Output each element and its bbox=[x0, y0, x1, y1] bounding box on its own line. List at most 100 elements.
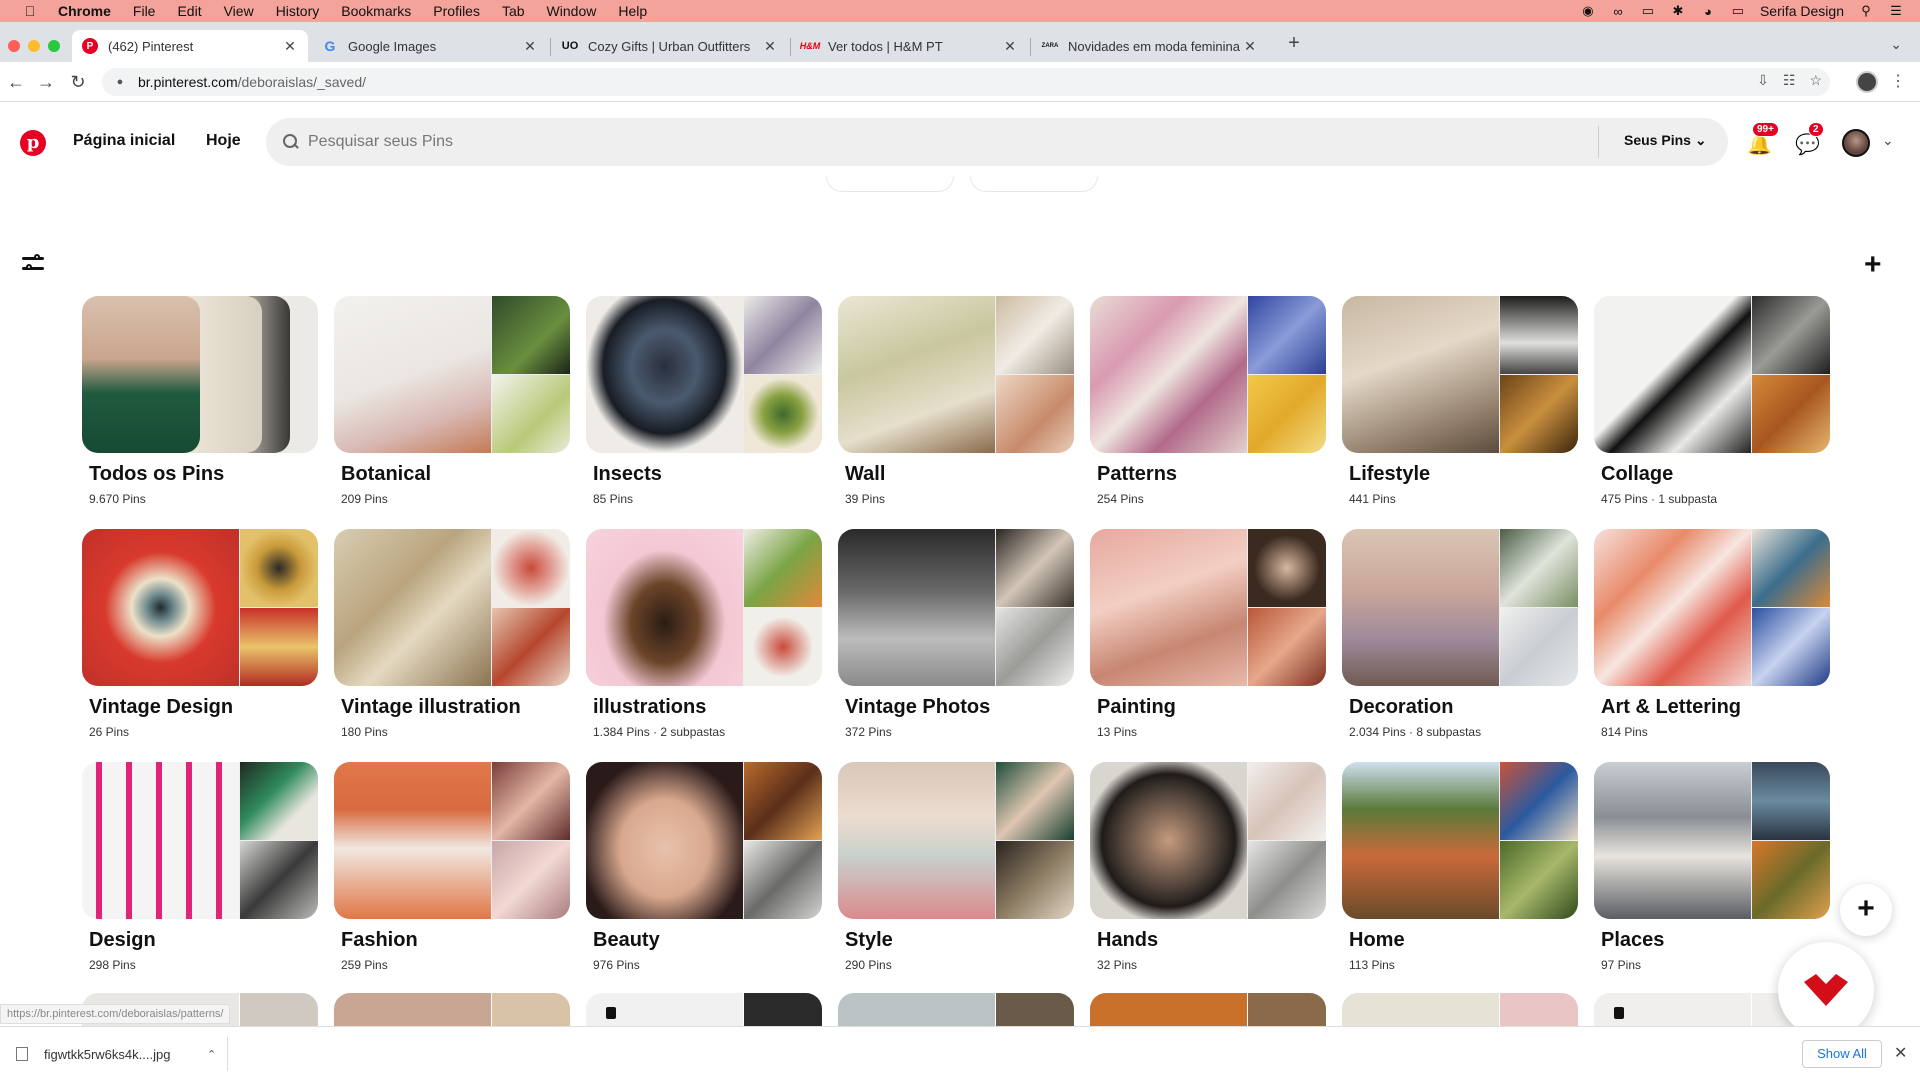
window-controls bbox=[8, 40, 60, 52]
new-tab-icon[interactable]: + bbox=[1280, 30, 1308, 58]
chrome-menu-icon[interactable]: ⋮ bbox=[1890, 71, 1906, 91]
show-all-downloads-button[interactable]: Show All bbox=[1802, 1040, 1882, 1068]
board-cover-partial[interactable] bbox=[1342, 993, 1578, 1026]
creative-cloud-icon[interactable]: ∞ bbox=[1610, 4, 1626, 19]
board-beauty[interactable]: Beauty 976 Pins bbox=[586, 762, 822, 972]
board-lifestyle[interactable]: Lifestyle 441 Pins bbox=[1342, 296, 1578, 506]
apple-icon[interactable]:  bbox=[20, 3, 40, 19]
board-patterns[interactable]: Patterns 254 Pins bbox=[1090, 296, 1326, 506]
board-name: Decoration bbox=[1349, 696, 1454, 718]
board-botanical[interactable]: Botanical 209 Pins bbox=[334, 296, 570, 506]
board-decoration[interactable]: Decoration 2.034 Pins · 8 subpastas bbox=[1342, 529, 1578, 739]
menu-file[interactable]: File bbox=[133, 3, 156, 19]
chevron-down-icon: ⌄ bbox=[1694, 132, 1707, 148]
search-input[interactable] bbox=[308, 133, 1608, 151]
maximize-window-icon[interactable] bbox=[48, 40, 60, 52]
menu-history[interactable]: History bbox=[276, 3, 320, 19]
lock-icon[interactable]: ● bbox=[112, 76, 128, 88]
your-pins-dropdown[interactable]: Seus Pins ⌄ bbox=[1624, 132, 1707, 149]
user-avatar[interactable] bbox=[1842, 129, 1870, 157]
record-icon[interactable]: ◉ bbox=[1580, 3, 1596, 18]
board-places[interactable]: Places 97 Pins bbox=[1594, 762, 1830, 972]
board-vintage-photos[interactable]: Vintage Photos 372 Pins bbox=[838, 529, 1074, 739]
board-cover bbox=[838, 762, 1074, 919]
url-path: /deboraislas/_saved/ bbox=[237, 74, 367, 90]
floating-extension-button[interactable] bbox=[1778, 942, 1874, 1038]
menubar-user[interactable]: Serifa Design bbox=[1760, 3, 1844, 19]
tab-hm[interactable]: H&M Ver todos | H&M PT ✕ bbox=[792, 30, 1028, 62]
board-fashion[interactable]: Fashion 259 Pins bbox=[334, 762, 570, 972]
airplay-icon[interactable]: ▭ bbox=[1730, 3, 1746, 18]
close-tab-icon[interactable]: ✕ bbox=[282, 38, 298, 55]
board-vintage-illustration[interactable]: Vintage illustration 180 Pins bbox=[334, 529, 570, 739]
wifi-icon[interactable]: ◕ bbox=[1700, 4, 1716, 19]
tab-zara[interactable]: ZARA Novidades em moda feminina | ✕ bbox=[1032, 30, 1268, 62]
translate-icon[interactable]: ☷ bbox=[1783, 72, 1796, 89]
filter-sliders-icon[interactable] bbox=[22, 254, 44, 274]
board-illustrations[interactable]: illustrations 1.384 Pins · 2 subpastas bbox=[586, 529, 822, 739]
board-style[interactable]: Style 290 Pins bbox=[838, 762, 1074, 972]
close-window-icon[interactable] bbox=[8, 40, 20, 52]
menu-edit[interactable]: Edit bbox=[177, 3, 201, 19]
chrome-profile-avatar[interactable] bbox=[1856, 71, 1878, 93]
board-pin-count: 441 Pins bbox=[1349, 492, 1396, 506]
create-board-plus-icon[interactable]: + bbox=[1864, 248, 1882, 282]
download-item[interactable]: figwtkk5rw6ks4k....jpg ⌃ bbox=[12, 1037, 228, 1071]
tab-search-chevron-icon[interactable]: ⌄ bbox=[1890, 36, 1902, 53]
minimize-window-icon[interactable] bbox=[28, 40, 40, 52]
board-cover-partial[interactable] bbox=[1090, 993, 1326, 1026]
menu-help[interactable]: Help bbox=[618, 3, 647, 19]
board-vintage-design[interactable]: Vintage Design 26 Pins bbox=[82, 529, 318, 739]
menu-bookmarks[interactable]: Bookmarks bbox=[341, 3, 411, 19]
board-home[interactable]: Home 113 Pins bbox=[1342, 762, 1578, 972]
reload-icon[interactable]: ↻ bbox=[66, 70, 90, 94]
pinterest-logo-icon[interactable]: p bbox=[20, 130, 46, 156]
board-cover bbox=[1090, 762, 1326, 919]
board-wall[interactable]: Wall 39 Pins bbox=[838, 296, 1074, 506]
board-design[interactable]: Design 298 Pins bbox=[82, 762, 318, 972]
bluetooth-icon[interactable]: ✱ bbox=[1670, 3, 1686, 18]
menu-tab[interactable]: Tab bbox=[502, 3, 525, 19]
board-painting[interactable]: Painting 13 Pins bbox=[1090, 529, 1326, 739]
display-icon[interactable]: ▭ bbox=[1640, 3, 1656, 18]
nav-today-link[interactable]: Hoje bbox=[206, 132, 241, 150]
floating-create-plus-button[interactable]: + bbox=[1840, 884, 1892, 936]
close-tab-icon[interactable]: ✕ bbox=[1002, 38, 1018, 55]
tab-google-images[interactable]: G Google Images ✕ bbox=[312, 30, 548, 62]
urban-outfitters-favicon-icon: UO bbox=[561, 40, 579, 52]
board-cover-partial[interactable] bbox=[334, 993, 570, 1026]
board-todos-os-pins[interactable]: Todos os Pins 9.670 Pins bbox=[82, 296, 318, 506]
close-tab-icon[interactable]: ✕ bbox=[762, 38, 778, 55]
board-pin-count: 1.384 Pins · 2 subpastas bbox=[593, 725, 726, 739]
control-center-icon[interactable]: ☰ bbox=[1888, 3, 1904, 18]
chevron-up-icon[interactable]: ⌃ bbox=[207, 1048, 227, 1061]
tab-urban-outfitters[interactable]: UO Cozy Gifts | Urban Outfitters ✕ bbox=[552, 30, 788, 62]
bookmark-star-icon[interactable]: ☆ bbox=[1809, 72, 1822, 89]
board-hands[interactable]: Hands 32 Pins bbox=[1090, 762, 1326, 972]
install-app-icon[interactable]: ⇩ bbox=[1757, 72, 1769, 89]
spotlight-search-icon[interactable]: ⚲ bbox=[1858, 3, 1874, 18]
forward-arrow-icon[interactable]: → bbox=[34, 70, 58, 94]
menu-view[interactable]: View bbox=[224, 3, 254, 19]
board-name: Vintage illustration bbox=[341, 696, 521, 718]
tab-pinterest[interactable]: P (462) Pinterest ✕ bbox=[72, 30, 308, 62]
profile-tab-pill[interactable] bbox=[970, 176, 1098, 192]
close-tab-icon[interactable]: ✕ bbox=[522, 38, 538, 55]
board-pin-count: 13 Pins bbox=[1097, 725, 1138, 739]
nav-home-link[interactable]: Página inicial bbox=[73, 132, 175, 150]
close-tab-icon[interactable]: ✕ bbox=[1242, 38, 1258, 55]
account-chevron-down-icon[interactable]: ⌄ bbox=[1882, 132, 1894, 149]
board-insects[interactable]: Insects 85 Pins bbox=[586, 296, 822, 506]
board-collage[interactable]: Collage 475 Pins · 1 subpasta bbox=[1594, 296, 1830, 506]
menu-profiles[interactable]: Profiles bbox=[433, 3, 480, 19]
menu-app-chrome[interactable]: Chrome bbox=[58, 3, 111, 19]
back-arrow-icon[interactable]: ← bbox=[4, 70, 28, 94]
profile-tab-pill[interactable] bbox=[826, 176, 954, 192]
menu-window[interactable]: Window bbox=[547, 3, 597, 19]
close-download-shelf-icon[interactable]: ✕ bbox=[1894, 1043, 1907, 1063]
board-art-lettering[interactable]: Art & Lettering 814 Pins bbox=[1594, 529, 1830, 739]
board-cover-partial[interactable] bbox=[838, 993, 1074, 1026]
board-pin-count: 9.670 Pins bbox=[89, 492, 146, 506]
board-cover-partial[interactable] bbox=[586, 993, 822, 1026]
address-bar[interactable]: ● br.pinterest.com/deboraislas/_saved/ ⇩… bbox=[102, 68, 1830, 96]
